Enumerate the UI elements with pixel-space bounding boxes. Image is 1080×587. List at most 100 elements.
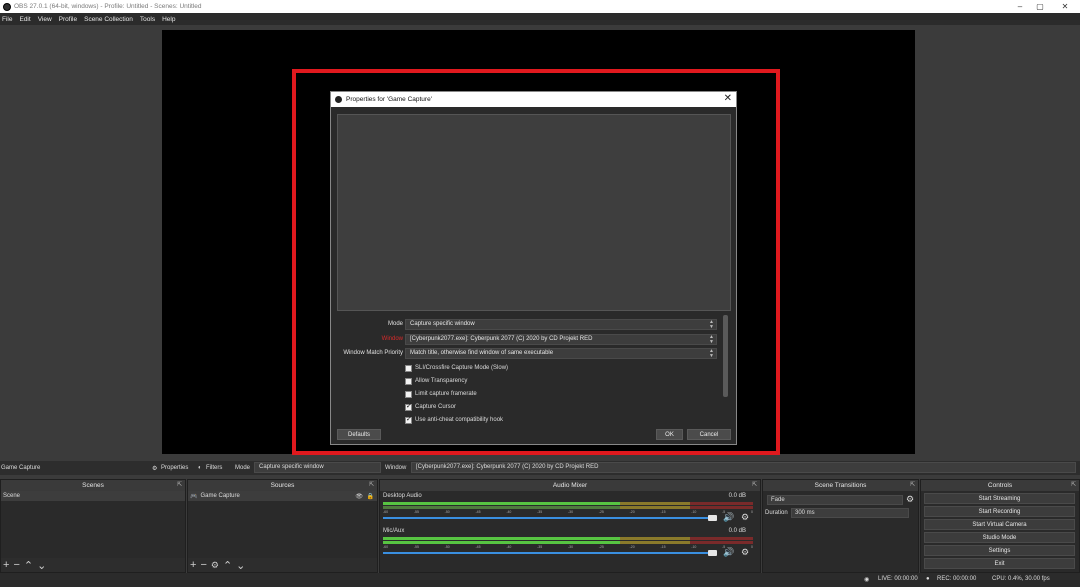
tick-label: -30	[567, 545, 574, 549]
volume-slider-handle[interactable]	[708, 550, 717, 556]
scene-transitions-dock: Scene Transitions ⇱ Fade ⚙ Duration 300 …	[762, 479, 919, 573]
mode-label: Mode	[387, 321, 403, 327]
priority-select[interactable]: Match title, otherwise find window of sa…	[405, 348, 717, 359]
transitions-title: Scene Transitions	[814, 482, 867, 489]
gear-icon[interactable]: ⚙	[741, 547, 749, 558]
list-item[interactable]: Scene	[1, 491, 185, 501]
scenes-title: Scenes	[82, 482, 104, 489]
menu-view[interactable]: View	[38, 16, 52, 23]
tick-label: -10	[691, 510, 697, 514]
menu-tools[interactable]: Tools	[140, 16, 155, 23]
checkbox-allow-transparency[interactable]: Allow Transparency	[405, 376, 467, 386]
remove-icon[interactable]: −	[200, 559, 206, 571]
transition-select[interactable]: Fade	[767, 495, 903, 505]
checkbox-label: SLI/Crossfire Capture Mode (Slow)	[415, 365, 509, 371]
transition-value: Fade	[771, 497, 785, 503]
source-toolbar: Game Capture ⚙ Properties ◐ Filters Mode…	[0, 461, 1080, 475]
checkbox-box[interactable]	[405, 364, 412, 372]
mode-select-value: Capture specific window	[410, 321, 475, 327]
tick-label: -60	[383, 510, 389, 514]
volume-slider[interactable]	[383, 517, 708, 519]
tick-label: -60	[383, 545, 389, 549]
move-down-icon[interactable]: ⌄	[236, 559, 245, 572]
volume-slider[interactable]	[383, 552, 708, 554]
start-virtual-camera-button[interactable]: Start Virtual Camera	[924, 519, 1075, 530]
checkbox-box[interactable]	[405, 390, 412, 398]
speaker-icon[interactable]: 🔊	[723, 512, 734, 523]
source-name: Game Capture	[200, 493, 240, 499]
cpu-status: CPU: 0.4%, 30.00 fps	[992, 576, 1050, 582]
studio-mode-button[interactable]: Studio Mode	[924, 532, 1075, 543]
tick-label: -25	[598, 510, 604, 514]
checkbox-limit-framerate[interactable]: Limit capture framerate	[405, 389, 477, 399]
duration-spinbox[interactable]: 300 ms	[791, 508, 909, 518]
menu-help[interactable]: Help	[162, 16, 175, 23]
checkbox-capture-cursor[interactable]: Capture Cursor	[405, 402, 456, 412]
list-item[interactable]: 🎮 Game Capture 👁 🔒	[188, 491, 377, 501]
menu-profile[interactable]: Profile	[59, 16, 77, 23]
window-title: OBS 27.0.1 (64-bit, windows) - Profile: …	[14, 3, 202, 10]
settings-button[interactable]: Settings	[924, 545, 1075, 556]
selected-source-name: Game Capture	[1, 465, 41, 471]
undock-icon[interactable]: ⇱	[910, 481, 915, 488]
undock-icon[interactable]: ⇱	[177, 481, 182, 488]
add-icon[interactable]: +	[3, 559, 9, 571]
toolbar-mode-label: Mode	[235, 465, 251, 471]
checkbox-box-checked[interactable]	[405, 415, 412, 424]
defaults-button[interactable]: Defaults	[337, 429, 381, 440]
mode-select[interactable]: Capture specific window ▲ ▼	[405, 319, 717, 330]
window-select[interactable]: [Cyberpunk2077.exe]: Cyberpunk 2077 (C) …	[405, 334, 717, 345]
live-status: LIVE: 00:00:00	[878, 576, 918, 582]
tick-label: -20	[629, 510, 635, 514]
checkbox-label: Allow Transparency	[415, 378, 468, 384]
menu-edit[interactable]: Edit	[19, 16, 30, 23]
dialog-close-icon[interactable]: ✕	[724, 93, 732, 104]
tick-label: -35	[537, 545, 543, 549]
dialog-scrollbar[interactable]	[723, 315, 728, 397]
ok-button[interactable]: OK	[656, 429, 683, 440]
cancel-button[interactable]: Cancel	[687, 429, 731, 440]
tick-label: -55	[413, 510, 419, 514]
priority-select-value: Match title, otherwise find window of sa…	[410, 350, 554, 356]
audio-mixer-dock: Audio Mixer ⇱ Desktop Audio 0.0 dB -60 -…	[379, 479, 761, 573]
menu-file[interactable]: File	[2, 16, 12, 23]
undock-icon[interactable]: ⇱	[1071, 481, 1076, 488]
undock-icon[interactable]: ⇱	[369, 481, 374, 488]
checkbox-box[interactable]	[405, 377, 412, 385]
start-recording-button[interactable]: Start Recording	[924, 506, 1075, 517]
dialog-preview	[337, 114, 731, 311]
sources-footer: + − ⚙ ⌃ ⌄	[188, 558, 377, 572]
source-properties-button[interactable]: Properties	[161, 465, 188, 471]
checkbox-box-checked[interactable]	[405, 402, 412, 411]
rec-status: REC: 00:00:00	[937, 576, 977, 582]
tick-label: -20	[629, 545, 635, 549]
add-icon[interactable]: +	[190, 559, 196, 571]
move-up-icon[interactable]: ⌃	[24, 559, 33, 572]
close-window-button[interactable]: ✕	[1050, 0, 1080, 13]
checkbox-sli-crossfire[interactable]: SLI/Crossfire Capture Mode (Slow)	[405, 363, 508, 373]
sources-header: Sources ⇱	[188, 480, 377, 491]
speaker-icon[interactable]: 🔊	[723, 547, 734, 558]
remove-icon[interactable]: −	[13, 559, 19, 571]
checkbox-anti-cheat-hook[interactable]: Use anti-cheat compatibility hook	[405, 415, 503, 425]
tick-label: -50	[444, 545, 450, 549]
eye-icon[interactable]: 👁	[355, 493, 363, 500]
gear-icon[interactable]: ⚙	[741, 512, 749, 523]
toolbar-mode-select[interactable]: Capture specific window	[254, 462, 381, 473]
toolbar-window-select[interactable]: [Cyberpunk2077.exe]: Cyberpunk 2077 (C) …	[411, 462, 1076, 473]
gear-icon[interactable]: ⚙	[211, 560, 219, 571]
gear-icon[interactable]: ⚙	[906, 494, 914, 505]
updown-icon: ▲ ▼	[709, 348, 714, 359]
lock-icon[interactable]: 🔒	[367, 493, 374, 500]
exit-button[interactable]: Exit	[924, 558, 1075, 569]
checkbox-label: Use anti-cheat compatibility hook	[415, 417, 504, 423]
menu-scene-collection[interactable]: Scene Collection	[84, 16, 133, 23]
start-streaming-button[interactable]: Start Streaming	[924, 493, 1075, 504]
move-down-icon[interactable]: ⌄	[37, 559, 46, 572]
volume-slider-handle[interactable]	[708, 515, 717, 521]
move-up-icon[interactable]: ⌃	[223, 559, 232, 572]
live-icon: ◉	[864, 577, 870, 583]
duration-value: 300 ms	[795, 510, 815, 516]
source-filters-button[interactable]: Filters	[206, 465, 222, 471]
undock-icon[interactable]: ⇱	[752, 481, 757, 488]
